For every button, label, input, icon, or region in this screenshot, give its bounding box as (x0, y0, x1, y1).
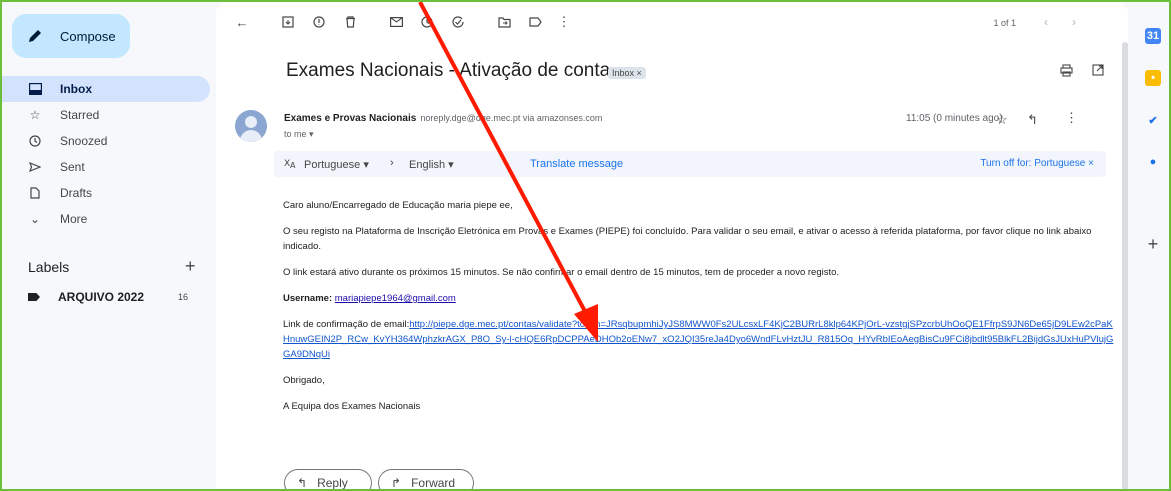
reply-icon: ↰ (297, 476, 308, 490)
add-task-icon[interactable] (450, 14, 466, 30)
label-name: ARQUIVO 2022 (58, 290, 145, 304)
sender-name: Exames e Provas Nacionais (284, 113, 417, 124)
newer-icon[interactable]: ‹ (1044, 15, 1048, 29)
clock-icon (28, 134, 42, 148)
reply-button[interactable]: ↰ Reply (284, 469, 372, 490)
pager-text: 1 of 1 (993, 18, 1016, 28)
sidebar-item-more[interactable]: ⌄ More (2, 206, 210, 232)
message-toolbar: ← ⋮ 1 of 1 ‹ › (216, 2, 1128, 42)
sidebar: Compose Inbox ☆ Starred Snoozed Sent Dra… (2, 2, 212, 489)
label-icon[interactable] (527, 14, 543, 30)
more-vert-icon[interactable]: ⋮ (1065, 110, 1078, 126)
avatar (235, 110, 267, 142)
sidebar-item-label: More (60, 212, 88, 226)
sender-line: Exames e Provas Nacionais noreply.dge@dge… (284, 113, 602, 124)
signoff: Obrigado, (283, 375, 325, 386)
email-body: Caro aluno/Encarregado de Educação maria… (283, 198, 1118, 425)
forward-icon: ↱ (391, 476, 402, 490)
sidebar-item-snoozed[interactable]: Snoozed (2, 128, 210, 154)
gmail-window: Compose Inbox ☆ Starred Snoozed Sent Dra… (0, 0, 1171, 491)
contacts-icon[interactable]: ● (1145, 154, 1161, 170)
translate-message-link[interactable]: Translate message (530, 158, 623, 170)
reply-label: Reply (317, 476, 348, 490)
sender-email: noreply.dge@dge.mec.pt via amazonses.com (420, 113, 603, 123)
recipient-details[interactable]: to me ▾ (284, 129, 314, 140)
turn-off-translation-link[interactable]: Turn off for: Portuguese × (980, 158, 1094, 169)
email-subject: Exames Nacionais - Ativação de conta (286, 60, 611, 81)
sidebar-item-starred[interactable]: ☆ Starred (2, 102, 210, 128)
delete-icon[interactable] (342, 14, 358, 30)
message-view: ← ⋮ 1 of 1 ‹ › Exames Nacionais - Ativaç… (216, 2, 1128, 490)
inbox-label-chip[interactable]: Inbox × (608, 67, 646, 79)
reply-icon[interactable]: ↰ (1027, 112, 1038, 128)
pencil-icon (26, 27, 44, 45)
translate-bar: XA Portuguese ▾ › English ▾ Translate me… (274, 151, 1106, 177)
confirmation-link-line: Link de confirmação de email:http://piep… (283, 317, 1118, 362)
sidebar-item-label: Sent (60, 160, 85, 174)
move-to-icon[interactable] (496, 14, 512, 30)
keep-icon[interactable]: • (1145, 70, 1161, 86)
chevron-right-icon: › (390, 157, 394, 169)
compose-button[interactable]: Compose (12, 14, 130, 58)
sidebar-item-drafts[interactable]: Drafts (2, 180, 210, 206)
add-label-icon[interactable]: + (185, 256, 196, 277)
get-addons-icon[interactable]: + (1145, 234, 1161, 254)
label-arquivo-2022[interactable]: ARQUIVO 2022 (28, 290, 188, 304)
back-arrow-icon[interactable]: ← (234, 14, 250, 30)
open-new-window-icon[interactable] (1092, 64, 1104, 79)
svg-text:A: A (290, 161, 296, 169)
chevron-down-icon: ⌄ (29, 212, 41, 226)
label-tag-icon (28, 293, 40, 301)
side-panel-apps: 31 • ✔ ● + (1132, 2, 1169, 489)
signature: A Equipa dos Exames Nacionais (283, 401, 421, 412)
draft-icon (28, 186, 42, 200)
sidebar-item-label: Snoozed (60, 134, 108, 148)
username-line: Username: mariapiepe1964@gmail.com (283, 291, 1118, 306)
sidebar-item-inbox[interactable]: Inbox (2, 76, 210, 102)
greeting: Caro aluno/Encarregado de Educação maria… (283, 200, 513, 211)
older-icon[interactable]: › (1072, 15, 1076, 29)
more-vert-icon[interactable]: ⋮ (556, 14, 572, 30)
send-icon (28, 160, 42, 174)
star-icon[interactable]: ☆ (996, 112, 1008, 128)
star-icon: ☆ (29, 108, 41, 122)
username-link[interactable]: mariapiepe1964@gmail.com (335, 293, 456, 304)
report-spam-icon[interactable] (311, 14, 327, 30)
scrollbar[interactable] (1122, 42, 1128, 489)
email-timestamp: 11:05 (0 minutes ago) (906, 113, 1003, 124)
compose-label: Compose (60, 28, 116, 44)
body-paragraph: O seu registo na Plataforma de Inscrição… (283, 226, 1092, 252)
link-label: Link de confirmação de email: (283, 319, 410, 330)
sidebar-item-label: Drafts (60, 186, 93, 200)
forward-button[interactable]: ↱ Forward (378, 469, 474, 490)
forward-label: Forward (411, 476, 456, 490)
inbox-icon (28, 82, 42, 96)
labels-heading: Labels (28, 259, 70, 275)
mark-unread-icon[interactable] (388, 14, 404, 30)
calendar-icon[interactable]: 31 (1145, 28, 1161, 44)
print-icon[interactable] (1060, 64, 1073, 80)
body-paragraph: O link estará ativo durante os próximos … (283, 267, 840, 278)
target-language-select[interactable]: English ▾ (409, 158, 454, 171)
sidebar-item-sent[interactable]: Sent (2, 154, 210, 180)
sidebar-item-label: Inbox (60, 82, 92, 96)
translate-icon: XA (284, 157, 298, 172)
snooze-icon[interactable] (419, 14, 435, 30)
archive-icon[interactable] (280, 14, 296, 30)
username-label: Username: (283, 293, 333, 304)
sidebar-item-label: Starred (60, 108, 100, 122)
label-count: 16 (178, 292, 189, 302)
tasks-icon[interactable]: ✔ (1145, 112, 1161, 128)
source-language-select[interactable]: Portuguese ▾ (304, 158, 369, 171)
